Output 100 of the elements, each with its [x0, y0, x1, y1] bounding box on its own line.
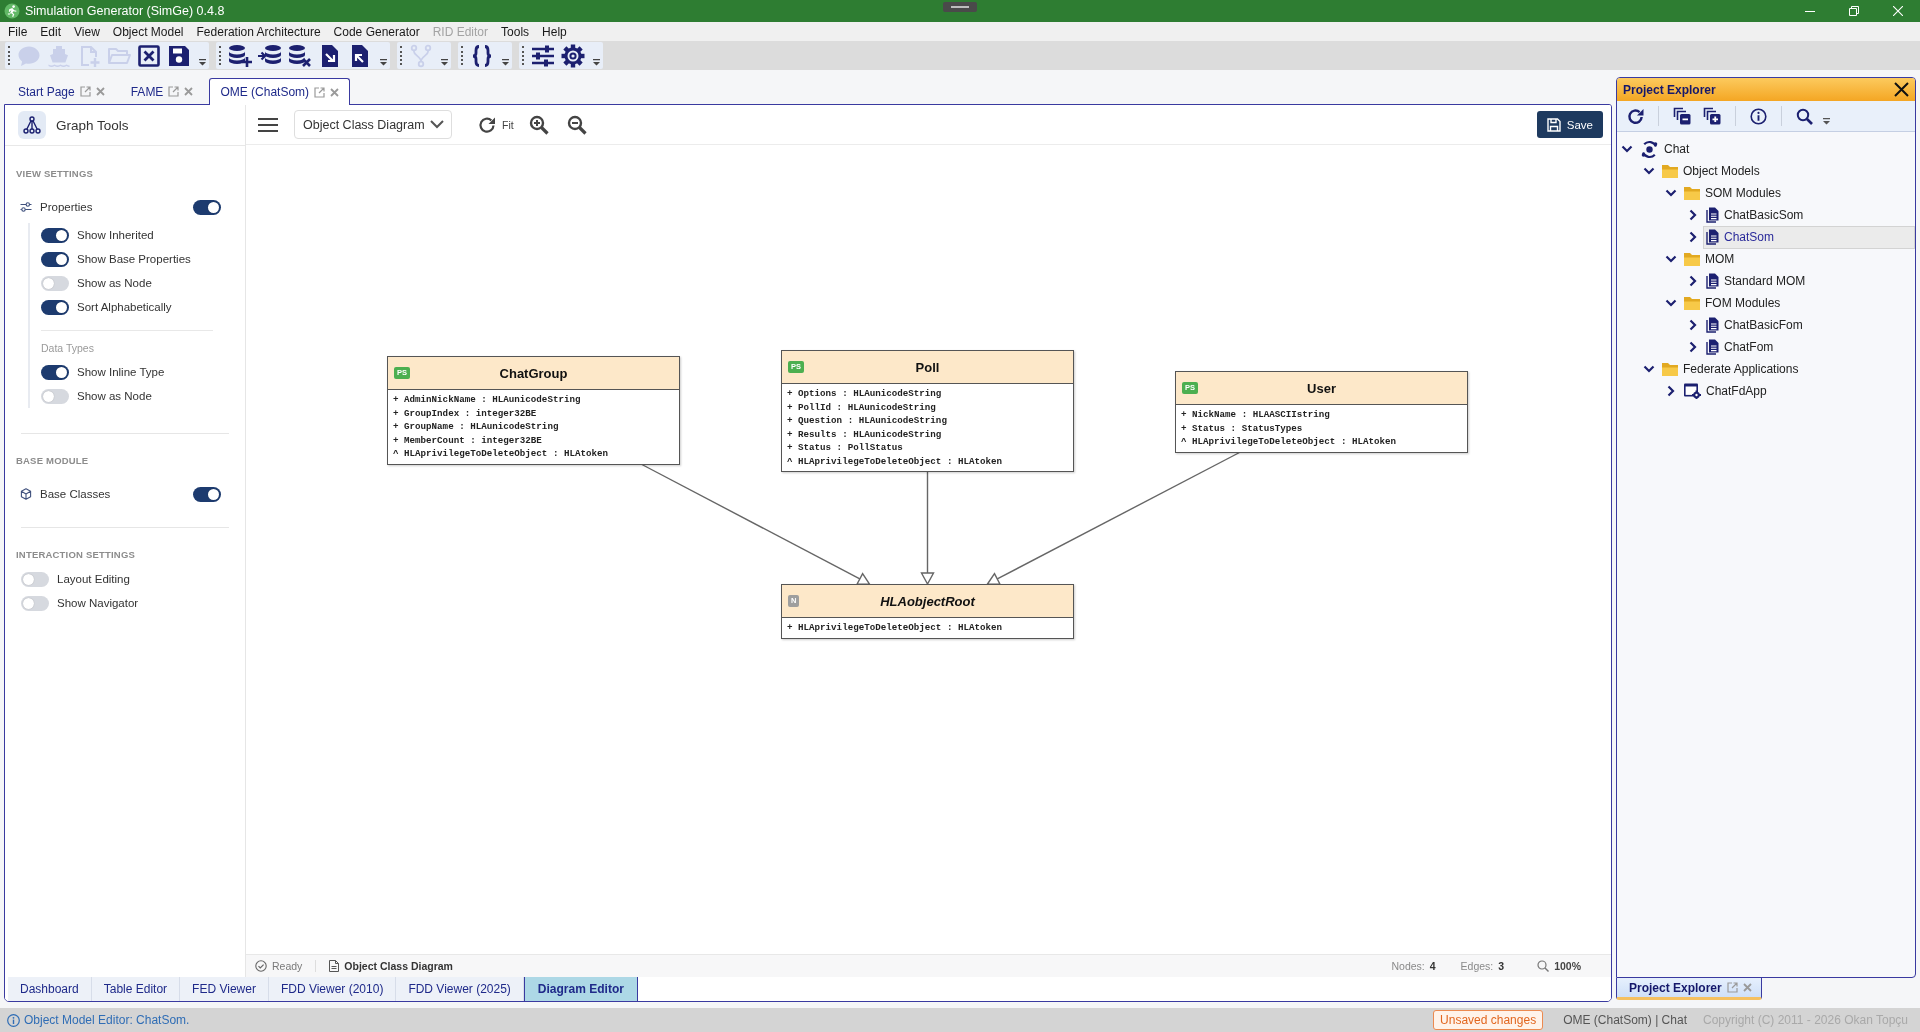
chevron-right-icon[interactable]: [1687, 341, 1699, 353]
close-box-icon[interactable]: [137, 43, 161, 68]
sliders-icon[interactable]: [531, 43, 555, 68]
folder-icon: [1662, 362, 1678, 376]
menu-item[interactable]: Code Generator: [328, 24, 425, 39]
section-heading: VIEW SETTINGS: [16, 168, 95, 180]
pill-handle-icon: [943, 2, 977, 12]
overflow-caret-icon[interactable]: [199, 59, 206, 66]
chevron-down-icon[interactable]: [1621, 143, 1633, 155]
toggle-switch[interactable]: [41, 388, 69, 404]
collapse-all-icon[interactable]: [1673, 107, 1691, 125]
tree-item[interactable]: MOM: [1681, 247, 1740, 271]
fit-button[interactable]: Fit: [478, 115, 514, 134]
chevron-down-icon[interactable]: [1665, 253, 1677, 265]
tree-item[interactable]: ChatFdApp: [1681, 379, 1772, 403]
menu-item[interactable]: Federation Architecture: [191, 24, 326, 39]
menu-item[interactable]: File: [3, 24, 33, 39]
overflow-caret-icon[interactable]: [502, 59, 509, 66]
info-icon[interactable]: [1750, 107, 1767, 125]
chevron-right-icon[interactable]: [1665, 385, 1677, 397]
zoom-out-icon[interactable]: [566, 114, 587, 135]
refresh-icon[interactable]: [1627, 107, 1644, 125]
chevron-right-icon[interactable]: [1687, 231, 1699, 243]
editor-tab[interactable]: FDD Viewer (2025): [396, 977, 524, 1001]
class-attribute: ^ HLAprivilegeToDeleteObject : HLAtoken: [1181, 435, 1397, 449]
document-icon: [1706, 273, 1719, 289]
toggle-switch[interactable]: [193, 486, 221, 502]
chevron-down-icon[interactable]: [1643, 165, 1655, 177]
expand-all-icon[interactable]: [1703, 107, 1721, 125]
close-icon[interactable]: [1894, 82, 1909, 97]
editor-tab[interactable]: Diagram Editor: [523, 977, 638, 1001]
database-plus-icon[interactable]: [228, 43, 252, 68]
search-icon[interactable]: [1796, 107, 1813, 125]
chevron-right-icon[interactable]: [1687, 275, 1699, 287]
restore-icon[interactable]: [1849, 6, 1859, 16]
menu-icon[interactable]: [257, 116, 279, 133]
overflow-caret-icon[interactable]: [380, 59, 387, 66]
folder-icon: [1684, 252, 1700, 266]
menu-item[interactable]: View: [69, 24, 105, 39]
overflow-caret-icon[interactable]: [593, 59, 600, 66]
status-message: Object Model Editor: ChatSom.: [24, 1013, 190, 1027]
edges-label: Edges:: [1460, 960, 1494, 972]
chevron-right-icon[interactable]: [1687, 319, 1699, 331]
popout-icon[interactable]: [314, 86, 326, 98]
editor-tab[interactable]: Table Editor: [91, 977, 181, 1001]
document-icon: [1706, 339, 1719, 355]
chevron-down-icon[interactable]: [430, 120, 444, 129]
editor-tab[interactable]: Dashboard: [8, 977, 92, 1001]
document-tab[interactable]: FAME: [120, 78, 204, 104]
edges-count: 3: [1498, 960, 1505, 972]
toggle-switch[interactable]: [41, 227, 69, 243]
app-logo-icon: [4, 3, 20, 19]
overflow-caret-icon[interactable]: [441, 59, 448, 66]
panel-title: Graph Tools: [56, 117, 129, 133]
zoom-in-icon[interactable]: [528, 114, 549, 135]
menu-item[interactable]: Help: [537, 24, 572, 39]
chevron-down-icon[interactable]: [1643, 363, 1655, 375]
save-button[interactable]: Save: [1536, 111, 1603, 138]
tree-item[interactable]: SOM Modules: [1681, 181, 1787, 205]
document-tab[interactable]: OME (ChatSom): [209, 78, 351, 105]
toggle-switch[interactable]: [41, 364, 69, 380]
cube-icon: [20, 488, 32, 500]
settings-icon[interactable]: [561, 43, 585, 68]
toggle-switch[interactable]: [41, 251, 69, 267]
toggle-switch[interactable]: [21, 571, 49, 587]
tree-item[interactable]: ChatBasicSom: [1703, 203, 1809, 227]
save-icon: [1546, 117, 1561, 132]
tree-item[interactable]: ChatBasicFom: [1703, 313, 1808, 337]
document-icon: [1706, 229, 1719, 245]
tree-item[interactable]: Federate Applications: [1659, 357, 1804, 381]
tree-item[interactable]: ChatSom: [1703, 225, 1915, 249]
chevron-down-icon[interactable]: [1665, 187, 1677, 199]
chevron-down-icon[interactable]: [1665, 297, 1677, 309]
panel-title: Project Explorer: [1623, 82, 1716, 97]
popout-icon[interactable]: [168, 86, 180, 97]
document-tab[interactable]: Start Page: [8, 78, 115, 104]
menu-item[interactable]: Tools: [496, 24, 535, 39]
braces-icon[interactable]: [470, 43, 494, 68]
editor-tab[interactable]: FED Viewer: [180, 977, 269, 1001]
overflow-caret-icon[interactable]: [1823, 118, 1830, 125]
tree-item[interactable]: Object Models: [1659, 159, 1765, 183]
tree-item[interactable]: ChatFom: [1703, 335, 1779, 359]
editor-tab[interactable]: FDD Viewer (2010): [268, 977, 397, 1001]
menu-item[interactable]: Object Model: [107, 24, 189, 39]
menu-item[interactable]: Edit: [35, 24, 67, 39]
toggle-switch[interactable]: [193, 199, 221, 215]
tree-item[interactable]: Standard MOM: [1703, 269, 1811, 293]
save-icon[interactable]: [167, 43, 191, 68]
nodes-count: 4: [1429, 960, 1436, 972]
document-icon: [1706, 317, 1719, 333]
toggle-switch[interactable]: [21, 595, 49, 611]
popout-icon[interactable]: [79, 86, 91, 97]
info-icon: [7, 1013, 20, 1027]
database-x-icon[interactable]: [288, 43, 312, 68]
toggle-switch[interactable]: [41, 299, 69, 315]
toggle-switch[interactable]: [41, 275, 69, 291]
chevron-right-icon[interactable]: [1687, 209, 1699, 221]
tree-item[interactable]: Chat: [1637, 137, 1695, 161]
tree-item[interactable]: FOM Modules: [1681, 291, 1786, 315]
view-dropdown[interactable]: Object Class Diagram: [294, 110, 452, 139]
